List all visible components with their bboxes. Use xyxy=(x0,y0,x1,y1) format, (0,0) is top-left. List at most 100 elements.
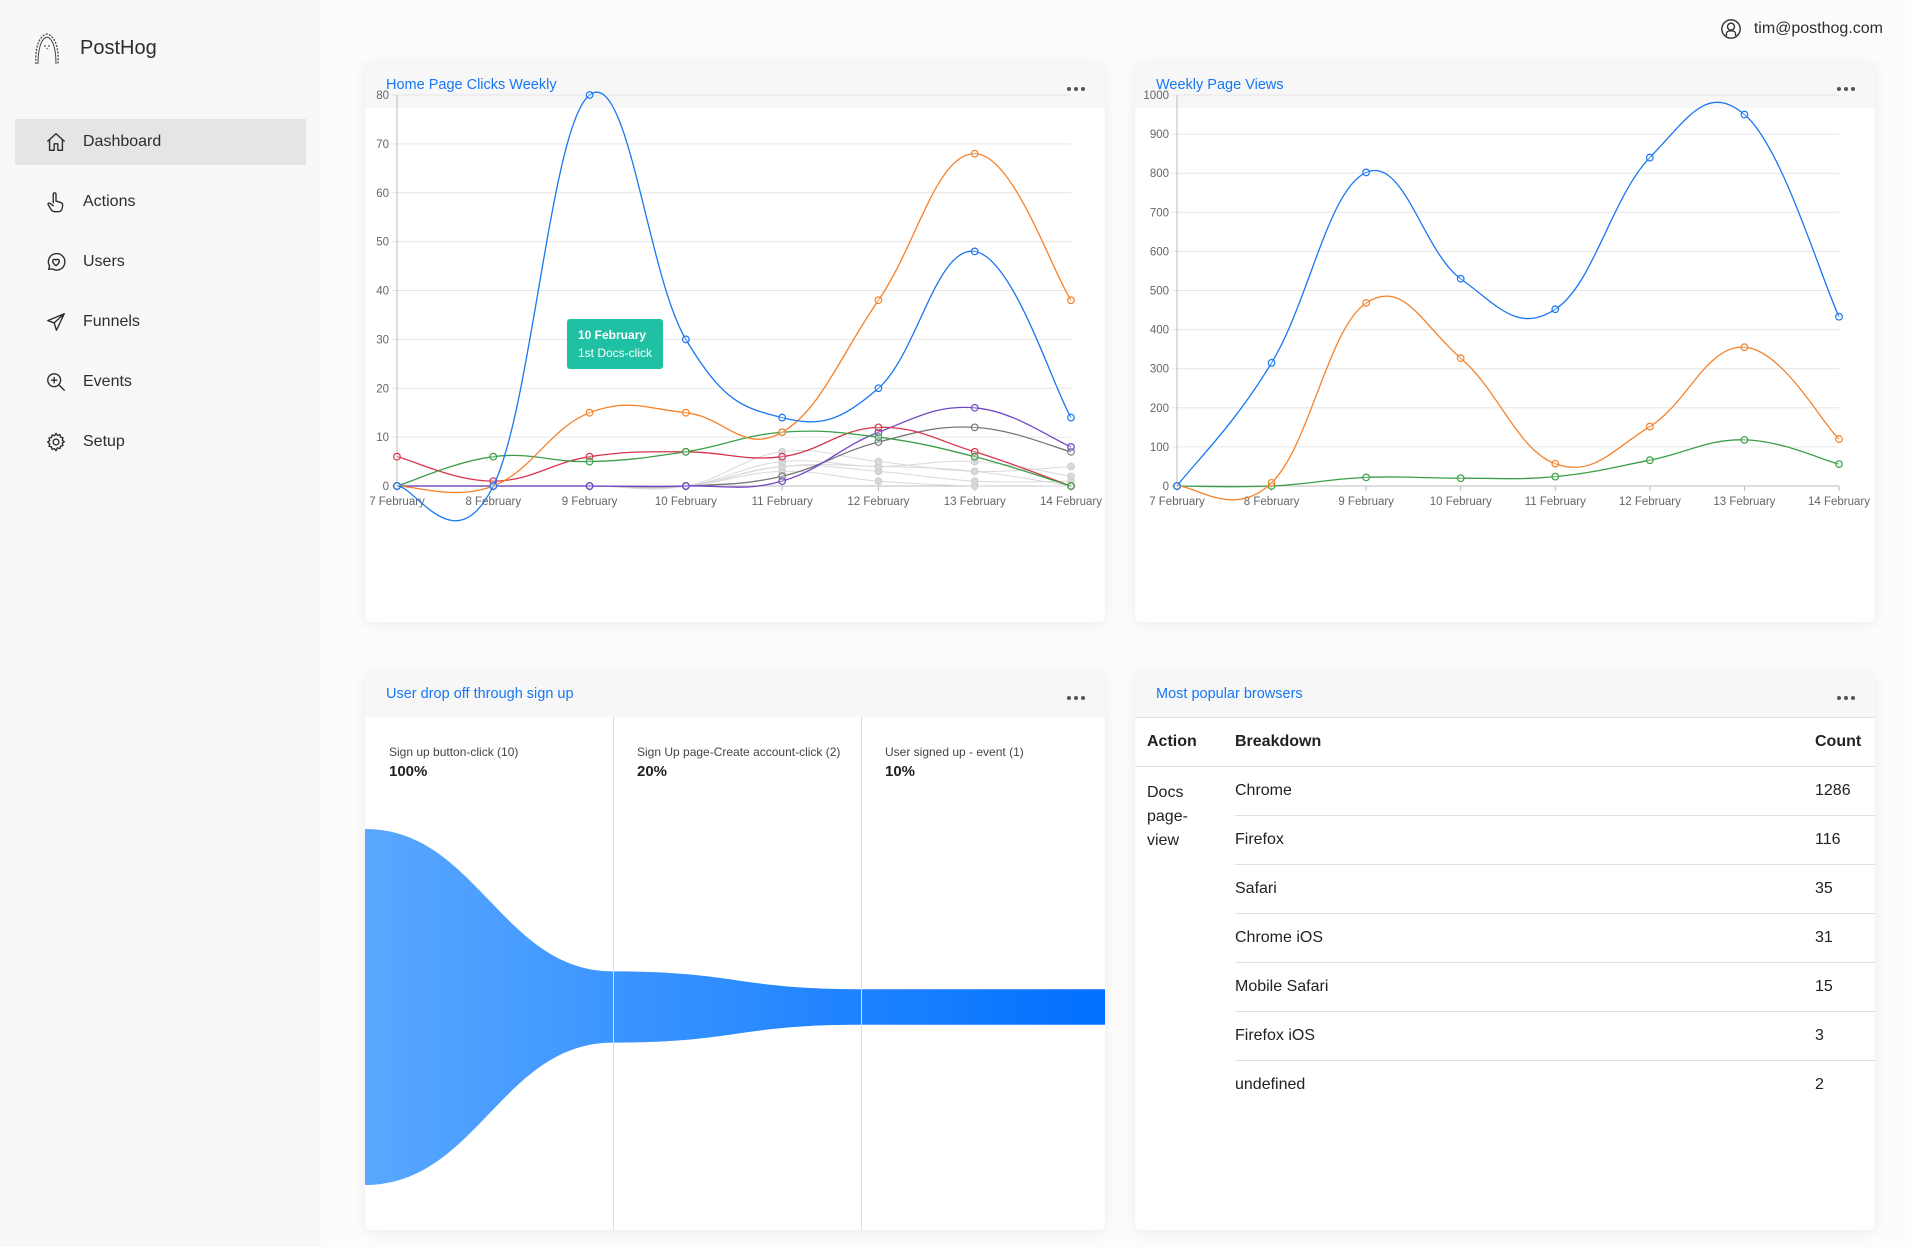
data-point xyxy=(1645,153,1654,162)
funnel-step-percent: 10% xyxy=(885,763,916,780)
count-cell: 31 xyxy=(1815,913,1875,963)
more-dots-icon[interactable] xyxy=(1064,689,1085,700)
table-row: Firefox 116 xyxy=(1135,815,1875,865)
weekly-page-views-chart: 0 100 200 300 400 500 600 700 800 900 1000 7 Februa… xyxy=(1143,90,1870,508)
data-point xyxy=(1067,482,1075,490)
more-dots-icon[interactable] xyxy=(1834,689,1855,700)
data-point xyxy=(874,477,883,486)
column-header-action: Action xyxy=(1135,717,1235,767)
sidebar-item-users[interactable]: Users xyxy=(15,239,306,285)
data-point xyxy=(874,457,883,466)
data-point xyxy=(970,403,979,412)
user-menu[interactable]: tim@posthog.com xyxy=(1720,18,1883,40)
y-tick-label: 200 xyxy=(1150,403,1169,415)
home-page-clicks-chart: 0 10 20 30 40 50 60 70 80 7 February 8 February 9 F… xyxy=(369,90,1102,522)
data-point xyxy=(1362,473,1371,482)
data-point xyxy=(970,452,979,461)
data-point xyxy=(874,433,883,442)
count-cell: 3 xyxy=(1815,1011,1875,1061)
tooltip-body: 1st Docs-click xyxy=(578,346,653,360)
logo[interactable]: PostHog xyxy=(32,30,157,66)
data-point xyxy=(874,423,883,432)
data-point xyxy=(585,457,594,466)
x-tick-label: 9 February xyxy=(562,496,618,508)
data-point xyxy=(1362,168,1371,177)
data-point xyxy=(489,482,498,490)
x-tick-label: 10 February xyxy=(1430,496,1492,508)
sidebar-item-label: Events xyxy=(83,373,132,390)
data-point xyxy=(970,477,979,486)
data-point xyxy=(681,335,690,344)
posthog-logo-icon xyxy=(35,33,59,65)
sidebar-nav: Dashboard Actions Users Funnels Events S… xyxy=(15,119,306,479)
data-point xyxy=(1835,460,1843,469)
data-point xyxy=(778,452,787,461)
data-point xyxy=(585,91,594,99)
data-point xyxy=(874,384,883,393)
y-tick-label: 500 xyxy=(1150,286,1169,298)
sidebar-item-dashboard[interactable]: Dashboard xyxy=(15,119,306,165)
funnel-divider xyxy=(613,717,614,1230)
breakdown-cell: Safari xyxy=(1235,864,1815,914)
data-point xyxy=(1645,456,1654,465)
data-point xyxy=(1740,110,1749,119)
data-point xyxy=(1551,459,1560,468)
card-title[interactable]: User drop off through sign up xyxy=(386,686,574,702)
data-point xyxy=(778,413,787,422)
data-point xyxy=(681,447,690,456)
sidebar-item-setup[interactable]: Setup xyxy=(15,419,306,465)
x-tick-label: 7 February xyxy=(1149,496,1205,508)
data-point xyxy=(970,247,979,256)
sidebar-item-events[interactable]: Events xyxy=(15,359,306,405)
x-tick-label: 8 February xyxy=(1244,496,1300,508)
card-title[interactable]: Most popular browsers xyxy=(1156,686,1303,702)
data-point xyxy=(970,149,979,158)
x-tick-label: 11 February xyxy=(1525,496,1586,508)
count-cell: 116 xyxy=(1815,815,1875,865)
funnel-step-percent: 100% xyxy=(389,763,428,780)
data-point xyxy=(1362,299,1371,307)
table-row: Safari 35 xyxy=(1135,864,1875,914)
data-point xyxy=(1551,472,1560,481)
data-point xyxy=(1740,435,1749,444)
send-icon xyxy=(47,313,65,331)
x-tick-label: 7 February xyxy=(369,496,425,508)
funnel-step-label: Sign up button-click (10) xyxy=(389,745,519,759)
y-tick-label: 80 xyxy=(376,90,389,102)
table-row: Chrome iOS 31 xyxy=(1135,913,1875,963)
data-point xyxy=(1067,462,1075,471)
data-point xyxy=(1067,296,1075,305)
funnel-shape xyxy=(365,829,1105,1185)
browsers-table: Action Breakdown Count Docs page-view Chro… xyxy=(1135,717,1875,1110)
pointer-hand-icon xyxy=(47,192,64,213)
x-tick-label: 12 February xyxy=(847,496,909,508)
card-header: User drop off through sign up xyxy=(365,671,1105,717)
y-tick-label: 10 xyxy=(376,432,389,444)
y-tick-label: 300 xyxy=(1150,364,1169,376)
gear-icon xyxy=(46,432,66,452)
table-row: Mobile Safari 15 xyxy=(1135,962,1875,1012)
funnel-chart: Sign up button-click (10) 100% Sign Up p… xyxy=(365,717,1105,1230)
home-page-clicks-card: Home Page Clicks Weekly 0 10 20 30 40 50 60 70 8… xyxy=(365,62,1105,622)
count-cell: 35 xyxy=(1815,864,1875,914)
data-point xyxy=(1551,305,1560,314)
action-text: Docs page-view xyxy=(1147,784,1188,849)
data-point xyxy=(1067,413,1075,422)
x-tick-label: 9 February xyxy=(1338,496,1394,508)
breakdown-cell: Chrome iOS xyxy=(1235,913,1815,963)
y-tick-label: 0 xyxy=(1163,481,1169,493)
sidebar-item-actions[interactable]: Actions xyxy=(15,179,306,225)
data-point xyxy=(489,452,498,461)
breakdown-cell: Mobile Safari xyxy=(1235,962,1815,1012)
data-point xyxy=(1835,312,1843,321)
data-point xyxy=(970,423,979,432)
sidebar-item-funnels[interactable]: Funnels xyxy=(15,299,306,345)
x-tick-label: 11 February xyxy=(752,496,813,508)
funnel-area xyxy=(365,829,1105,1185)
y-tick-label: 50 xyxy=(376,237,389,249)
y-tick-label: 100 xyxy=(1150,442,1169,454)
breakdown-cell: Firefox iOS xyxy=(1235,1011,1815,1061)
column-header-breakdown: Breakdown xyxy=(1235,717,1815,767)
user-drop-off-funnel-card: User drop off through sign up Sign up bu… xyxy=(365,671,1105,1230)
breakdown-cell: Firefox xyxy=(1235,815,1815,865)
